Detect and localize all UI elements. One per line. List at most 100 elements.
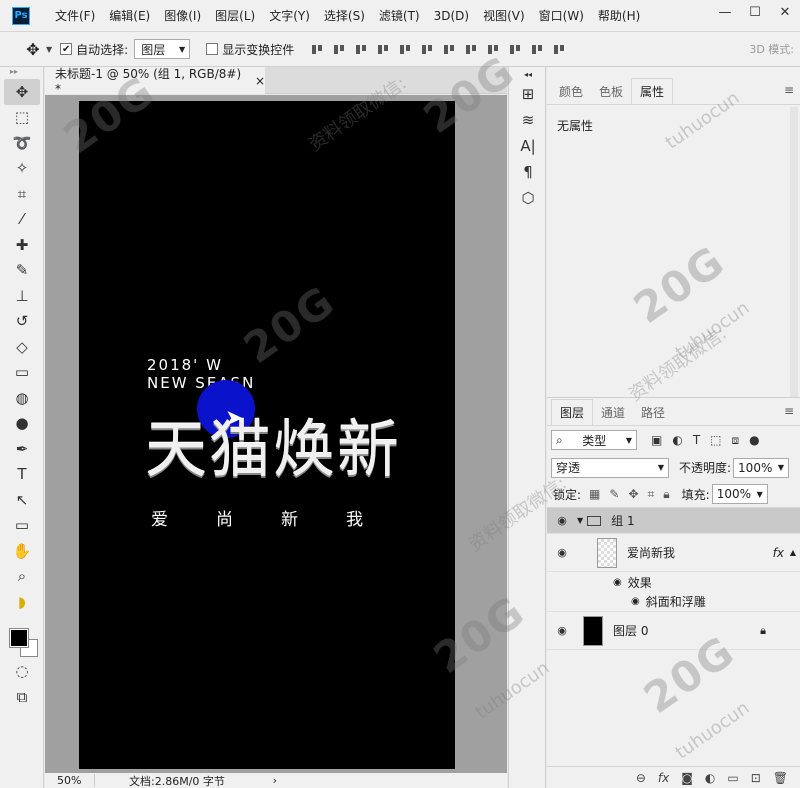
- effects-row[interactable]: ◉ 效果: [547, 572, 800, 592]
- distribute-left-icon[interactable]: [508, 42, 522, 56]
- history-brush-tool-icon[interactable]: ↺: [4, 309, 40, 335]
- brush-tool-icon[interactable]: ✎: [4, 258, 40, 284]
- visibility-eye-icon[interactable]: ◉: [547, 546, 577, 559]
- align-bottom-icon[interactable]: [354, 42, 368, 56]
- path-select-tool-icon[interactable]: ↖: [4, 487, 40, 513]
- new-layer-icon[interactable]: ⊡: [751, 771, 761, 785]
- distribute-right-icon[interactable]: [552, 42, 566, 56]
- lock-artboard-icon[interactable]: ⌗: [648, 487, 655, 502]
- layer-filter-dropdown[interactable]: ⌕ 类型 ▼: [551, 430, 637, 450]
- effect-bevel-row[interactable]: ◉ 斜面和浮雕: [547, 592, 800, 612]
- lock-pixels-icon[interactable]: ▦: [589, 487, 600, 502]
- stamp-tool-icon[interactable]: ⊥: [4, 283, 40, 309]
- menu-file[interactable]: 文件(F): [48, 7, 102, 24]
- menu-select[interactable]: 选择(S): [317, 7, 372, 24]
- quick-mask-icon[interactable]: ◌: [4, 659, 40, 685]
- link-icon[interactable]: ⊖: [636, 771, 646, 785]
- layer-row-text[interactable]: ◉ 爱尚新我 fx ▲: [547, 534, 800, 572]
- smart-object-filter-icon[interactable]: ⧈: [732, 433, 740, 448]
- distribute-hcenter-icon[interactable]: [530, 42, 544, 56]
- fx-icon[interactable]: fx: [658, 771, 669, 785]
- distribute-vcenter-icon[interactable]: [464, 42, 478, 56]
- move-tool-icon[interactable]: ✥: [4, 79, 40, 105]
- canvas-artboard[interactable]: 2018' W NEW SEASN 天猫焕新 ➤ 爱尚新我: [79, 101, 455, 769]
- align-left-icon[interactable]: [376, 42, 390, 56]
- collapse-strip-icon[interactable]: ◂◂: [509, 67, 547, 81]
- hand-tool-icon[interactable]: ✋: [4, 538, 40, 564]
- new-group-icon[interactable]: ▭: [727, 771, 738, 785]
- maximize-button[interactable]: ☐: [740, 0, 770, 24]
- layer-row-group[interactable]: ◉ ▼ 组 1: [547, 508, 800, 534]
- 3d-icon[interactable]: ⬡: [509, 185, 547, 211]
- foreground-color-swatch[interactable]: [9, 627, 29, 648]
- visibility-eye-icon[interactable]: ◉: [631, 596, 640, 607]
- layer-effects-badge[interactable]: fx: [773, 546, 784, 560]
- tab-layers[interactable]: 图层: [551, 399, 594, 425]
- screen-mode-icon[interactable]: ⧉: [4, 684, 40, 710]
- lock-all-icon[interactable]: 🔒︎: [663, 487, 669, 502]
- adjustment-filter-icon[interactable]: ◐: [672, 433, 682, 448]
- magic-wand-tool-icon[interactable]: ✧: [4, 156, 40, 182]
- blur-tool-icon[interactable]: ◍: [4, 385, 40, 411]
- auto-select-checkbox[interactable]: ✔: [60, 43, 73, 55]
- mask-icon[interactable]: ◙: [681, 771, 693, 785]
- chevron-up-icon[interactable]: ▲: [790, 548, 796, 557]
- lock-paint-icon[interactable]: ✎: [609, 487, 619, 502]
- banana-tool-icon[interactable]: ◗: [4, 589, 40, 615]
- status-chevron-icon[interactable]: ›: [273, 774, 507, 787]
- align-top-icon[interactable]: [310, 42, 324, 56]
- lock-position-icon[interactable]: ✥: [628, 487, 638, 502]
- shape-tool-icon[interactable]: ▭: [4, 513, 40, 539]
- menu-layer[interactable]: 图层(L): [208, 7, 262, 24]
- distribute-top-icon[interactable]: [442, 42, 456, 56]
- tab-channels[interactable]: 通道: [593, 399, 633, 425]
- brush-settings-icon[interactable]: ≋: [509, 107, 547, 133]
- dodge-tool-icon[interactable]: ●: [4, 411, 40, 437]
- zoom-tool-icon[interactable]: ⌕: [4, 564, 40, 590]
- visibility-eye-icon[interactable]: ◉: [547, 514, 577, 527]
- show-transform-checkbox[interactable]: [206, 43, 219, 55]
- chevron-down-icon[interactable]: ▼: [46, 45, 52, 54]
- paragraph-icon[interactable]: ¶: [509, 159, 547, 185]
- auto-select-dropdown[interactable]: 图层 ▼: [134, 39, 191, 59]
- tab-color[interactable]: 颜色: [551, 78, 591, 104]
- close-tab-icon[interactable]: ×: [255, 74, 265, 88]
- collapse-icon[interactable]: ▸▸: [0, 67, 43, 79]
- healing-tool-icon[interactable]: ✚: [4, 232, 40, 258]
- menu-help[interactable]: 帮助(H): [591, 7, 647, 24]
- tab-paths[interactable]: 路径: [633, 399, 673, 425]
- shape-filter-icon[interactable]: ⬚: [710, 433, 721, 448]
- visibility-eye-icon[interactable]: ◉: [547, 624, 577, 637]
- visibility-eye-icon[interactable]: ◉: [613, 577, 622, 588]
- align-hcenter-icon[interactable]: [398, 42, 412, 56]
- menu-window[interactable]: 窗口(W): [532, 7, 591, 24]
- adjust-icon[interactable]: ⊞: [509, 81, 547, 107]
- menu-filter[interactable]: 滤镜(T): [372, 7, 427, 24]
- opacity-input[interactable]: 100% ▼: [733, 457, 790, 478]
- menu-3d[interactable]: 3D(D): [427, 9, 476, 23]
- blend-mode-dropdown[interactable]: 穿透 ▼: [551, 457, 669, 478]
- eyedropper-tool-icon[interactable]: ⁄: [4, 207, 40, 233]
- lasso-tool-icon[interactable]: ➰: [4, 130, 40, 156]
- menu-edit[interactable]: 编辑(E): [102, 7, 157, 24]
- align-right-icon[interactable]: [420, 42, 434, 56]
- panel-menu-icon[interactable]: ≡: [784, 83, 794, 97]
- distribute-bottom-icon[interactable]: [486, 42, 500, 56]
- move-icon[interactable]: ✥: [22, 40, 44, 59]
- pen-tool-icon[interactable]: ✒: [4, 436, 40, 462]
- crop-tool-icon[interactable]: ⌗: [4, 181, 40, 207]
- fill-input[interactable]: 100% ▼: [711, 484, 768, 504]
- marquee-tool-icon[interactable]: ⬚: [4, 105, 40, 131]
- properties-scrollbar[interactable]: [790, 107, 798, 397]
- menu-view[interactable]: 视图(V): [476, 7, 532, 24]
- close-button[interactable]: ✕: [770, 0, 800, 24]
- type-filter-icon[interactable]: T: [693, 433, 700, 448]
- document-tab[interactable]: 未标题-1 @ 50% (组 1, RGB/8#) * ×: [45, 67, 265, 96]
- tab-properties[interactable]: 属性: [631, 78, 674, 104]
- menu-type[interactable]: 文字(Y): [262, 7, 317, 24]
- layer-row-background[interactable]: ◉ 图层 0 🔒︎: [547, 612, 800, 650]
- menu-image[interactable]: 图像(I): [157, 7, 208, 24]
- adjustment-icon[interactable]: ◐: [705, 771, 715, 785]
- type-tool-icon[interactable]: T: [4, 462, 40, 488]
- character-icon[interactable]: A|: [509, 133, 547, 159]
